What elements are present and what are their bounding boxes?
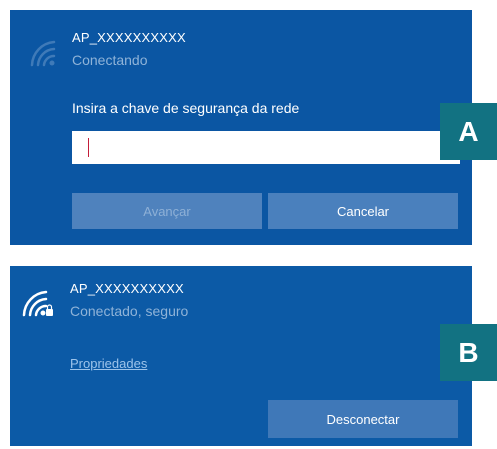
connection-status: Conectando	[72, 52, 148, 68]
wifi-icon	[28, 38, 62, 68]
network-name: AP_XXXXXXXXXX	[72, 30, 186, 45]
wifi-secure-icon	[20, 288, 54, 318]
callout-tag-a: A	[440, 103, 497, 160]
connection-status: Conectado, seguro	[70, 303, 189, 319]
callout-tag-b: B	[440, 324, 497, 381]
properties-link[interactable]: Propriedades	[70, 356, 147, 371]
wifi-connect-panel: AP_XXXXXXXXXX Conectando Insira a chave …	[10, 10, 472, 245]
disconnect-button[interactable]: Desconectar	[268, 400, 458, 438]
cancel-button[interactable]: Cancelar	[268, 193, 458, 229]
network-name: AP_XXXXXXXXXX	[70, 281, 184, 296]
screenshot-page: AP_XXXXXXXXXX Conectando Insira a chave …	[0, 0, 497, 449]
next-button[interactable]: Avançar	[72, 193, 262, 229]
text-caret	[88, 138, 89, 157]
security-key-label: Insira a chave de segurança da rede	[72, 100, 300, 116]
security-key-input[interactable]	[72, 131, 460, 164]
wifi-connected-panel: AP_XXXXXXXXXX Conectado, seguro Propried…	[10, 266, 472, 446]
